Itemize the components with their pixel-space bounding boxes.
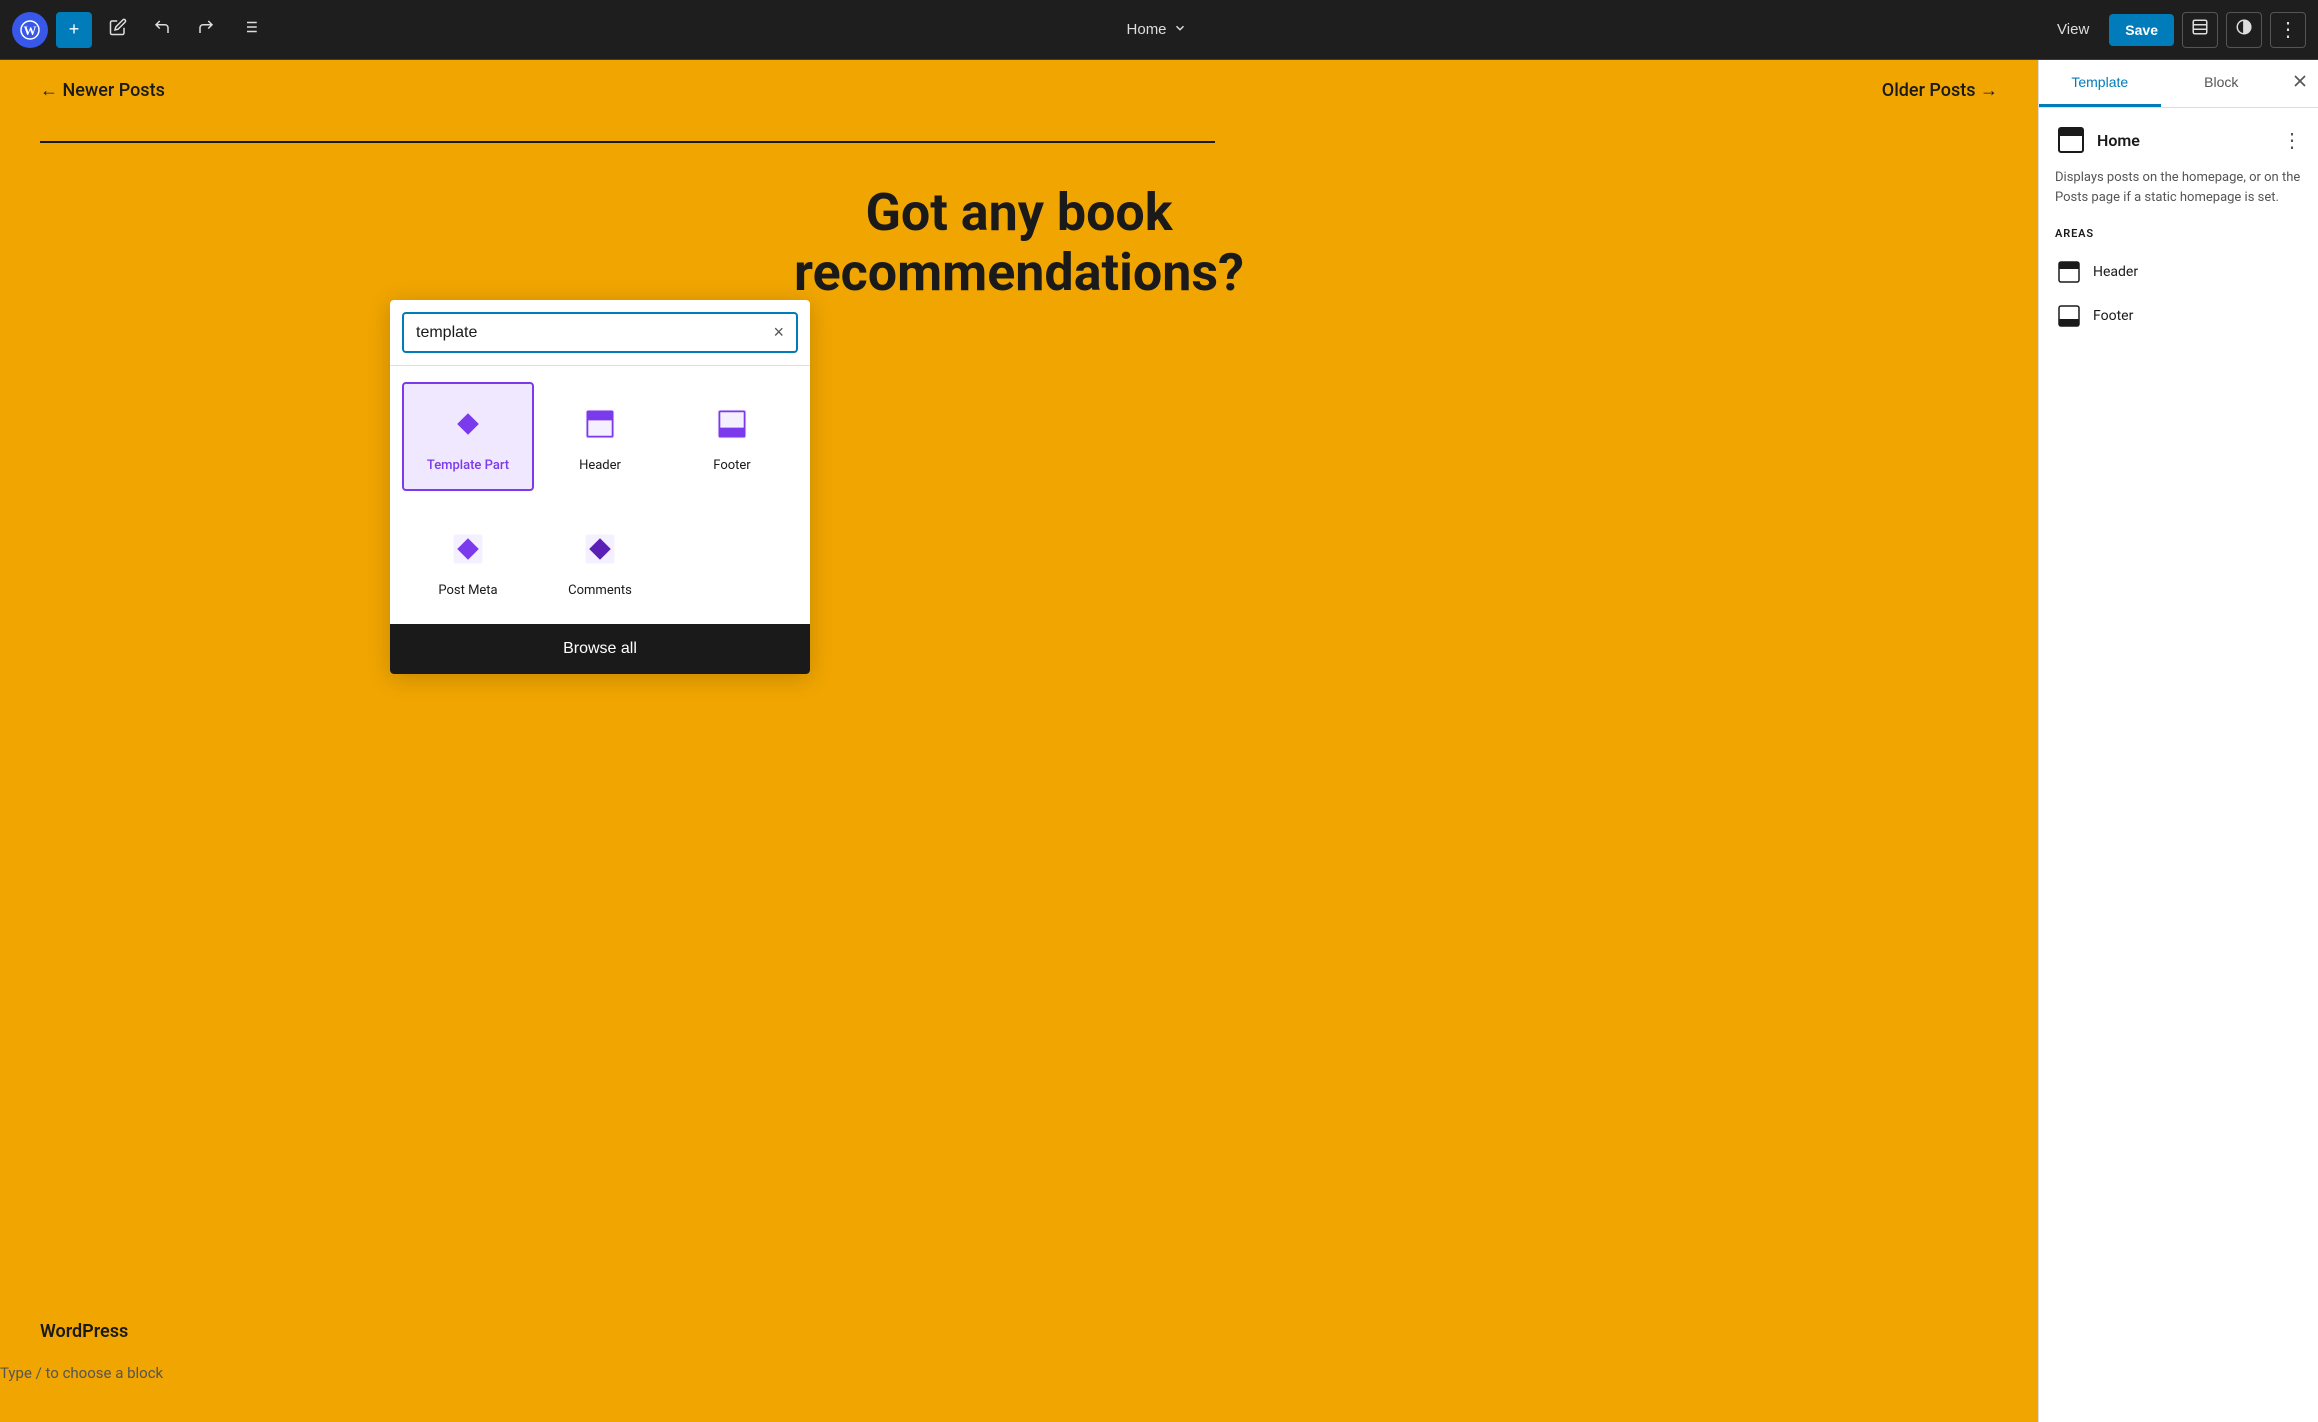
template-menu-button[interactable]: ⋮ bbox=[2282, 128, 2302, 153]
template-part-icon bbox=[444, 400, 492, 448]
block-item-footer[interactable]: Footer bbox=[666, 382, 798, 491]
block-label-header: Header bbox=[579, 458, 621, 473]
template-more-icon: ⋮ bbox=[2282, 130, 2302, 152]
block-item-comments[interactable]: Comments bbox=[534, 507, 666, 616]
newer-posts-link[interactable]: ← Newer Posts bbox=[40, 80, 165, 101]
undo-button[interactable] bbox=[144, 12, 180, 48]
header-area-name: Header bbox=[2093, 264, 2138, 280]
older-posts-link[interactable]: Older Posts → bbox=[1882, 80, 1998, 101]
header-block-icon bbox=[576, 400, 624, 448]
layout-button[interactable] bbox=[2182, 12, 2218, 48]
dropdown-icon bbox=[1173, 21, 1187, 39]
redo-icon bbox=[197, 18, 215, 42]
post-meta-icon bbox=[444, 525, 492, 573]
view-button[interactable]: View bbox=[2045, 15, 2101, 44]
headline-line1: Got any book bbox=[865, 182, 1172, 243]
footer-area-icon bbox=[2055, 302, 2083, 330]
more-options-button[interactable]: ⋮ bbox=[2270, 12, 2306, 48]
footer-block-icon bbox=[708, 400, 756, 448]
save-button[interactable]: Save bbox=[2109, 14, 2174, 46]
block-label-comments: Comments bbox=[568, 583, 632, 598]
sidebar-content: Home ⋮ Displays posts on the homepage, o… bbox=[2039, 108, 2318, 1422]
newer-posts-label: ← Newer Posts bbox=[40, 80, 165, 101]
search-box: × bbox=[402, 312, 798, 353]
list-icon bbox=[241, 18, 259, 42]
toolbar-right: View Save ⋮ bbox=[2045, 12, 2306, 48]
block-label-template-part: Template Part bbox=[427, 458, 509, 473]
page-selector-button[interactable]: Home bbox=[1115, 15, 1199, 45]
main-layout: ← Newer Posts Older Posts → Got any book… bbox=[0, 60, 2318, 1422]
page-title: Home bbox=[1127, 21, 1167, 38]
block-item-template-part[interactable]: Template Part bbox=[402, 382, 534, 491]
redo-button[interactable] bbox=[188, 12, 224, 48]
canvas-block-prompt: Type / to choose a block bbox=[0, 1364, 163, 1382]
more-icon: ⋮ bbox=[2278, 17, 2298, 42]
areas-label: AREAS bbox=[2055, 227, 2302, 240]
block-label-post-meta: Post Meta bbox=[438, 583, 497, 598]
headline-line2: recommendations? bbox=[794, 242, 1244, 303]
template-header-icon bbox=[2055, 124, 2087, 156]
undo-icon bbox=[153, 18, 171, 42]
list-view-button[interactable] bbox=[232, 12, 268, 48]
block-search-input[interactable] bbox=[416, 324, 765, 342]
block-grid: Template Part Header bbox=[390, 366, 810, 507]
canvas-navigation: ← Newer Posts Older Posts → bbox=[0, 60, 2038, 121]
sidebar-close-button[interactable] bbox=[2282, 60, 2318, 107]
template-header: Home ⋮ bbox=[2055, 124, 2302, 156]
canvas-footer-text: WordPress bbox=[40, 1321, 128, 1342]
canvas-area: ← Newer Posts Older Posts → Got any book… bbox=[0, 60, 2038, 1422]
pencil-icon bbox=[109, 18, 127, 42]
canvas-body: Got any book recommendations? bbox=[0, 121, 2038, 353]
wp-logo-icon[interactable]: W bbox=[12, 12, 48, 48]
add-block-button[interactable]: + bbox=[56, 12, 92, 48]
footer-area-name: Footer bbox=[2093, 308, 2133, 324]
template-description: Displays posts on the homepage, or on th… bbox=[2055, 168, 2302, 207]
block-label-footer: Footer bbox=[713, 458, 750, 473]
canvas-divider bbox=[40, 141, 1215, 143]
block-item-post-meta[interactable]: Post Meta bbox=[402, 507, 534, 616]
block-grid-row2: Post Meta Comments bbox=[390, 507, 810, 624]
contrast-button[interactable] bbox=[2226, 12, 2262, 48]
header-area-icon bbox=[2055, 258, 2083, 286]
edit-mode-button[interactable] bbox=[100, 12, 136, 48]
area-item-header[interactable]: Header bbox=[2055, 250, 2302, 294]
toolbar: W + bbox=[0, 0, 2318, 60]
close-icon bbox=[2290, 71, 2310, 97]
block-inserter-popup: × Template Part bbox=[390, 300, 810, 674]
contrast-icon bbox=[2235, 18, 2253, 41]
browse-all-button[interactable]: Browse all bbox=[390, 624, 810, 674]
canvas-headline: Got any book recommendations? bbox=[769, 183, 1269, 303]
older-posts-label: Older Posts → bbox=[1882, 80, 1998, 101]
search-row: × bbox=[390, 300, 810, 366]
sidebar: Template Block Home bbox=[2038, 60, 2318, 1422]
tab-template[interactable]: Template bbox=[2039, 60, 2161, 107]
search-clear-button[interactable]: × bbox=[773, 322, 784, 343]
tab-block[interactable]: Block bbox=[2161, 60, 2283, 107]
svg-text:W: W bbox=[24, 23, 37, 38]
page-selector-area: Home bbox=[276, 15, 2037, 45]
sidebar-tabs: Template Block bbox=[2039, 60, 2318, 108]
add-icon: + bbox=[69, 19, 80, 40]
block-item-header[interactable]: Header bbox=[534, 382, 666, 491]
layout-icon bbox=[2191, 18, 2209, 41]
comments-icon bbox=[576, 525, 624, 573]
canvas-content: ← Newer Posts Older Posts → Got any book… bbox=[0, 60, 2038, 1422]
template-name: Home bbox=[2097, 131, 2272, 150]
area-item-footer[interactable]: Footer bbox=[2055, 294, 2302, 338]
clear-icon: × bbox=[773, 322, 784, 343]
